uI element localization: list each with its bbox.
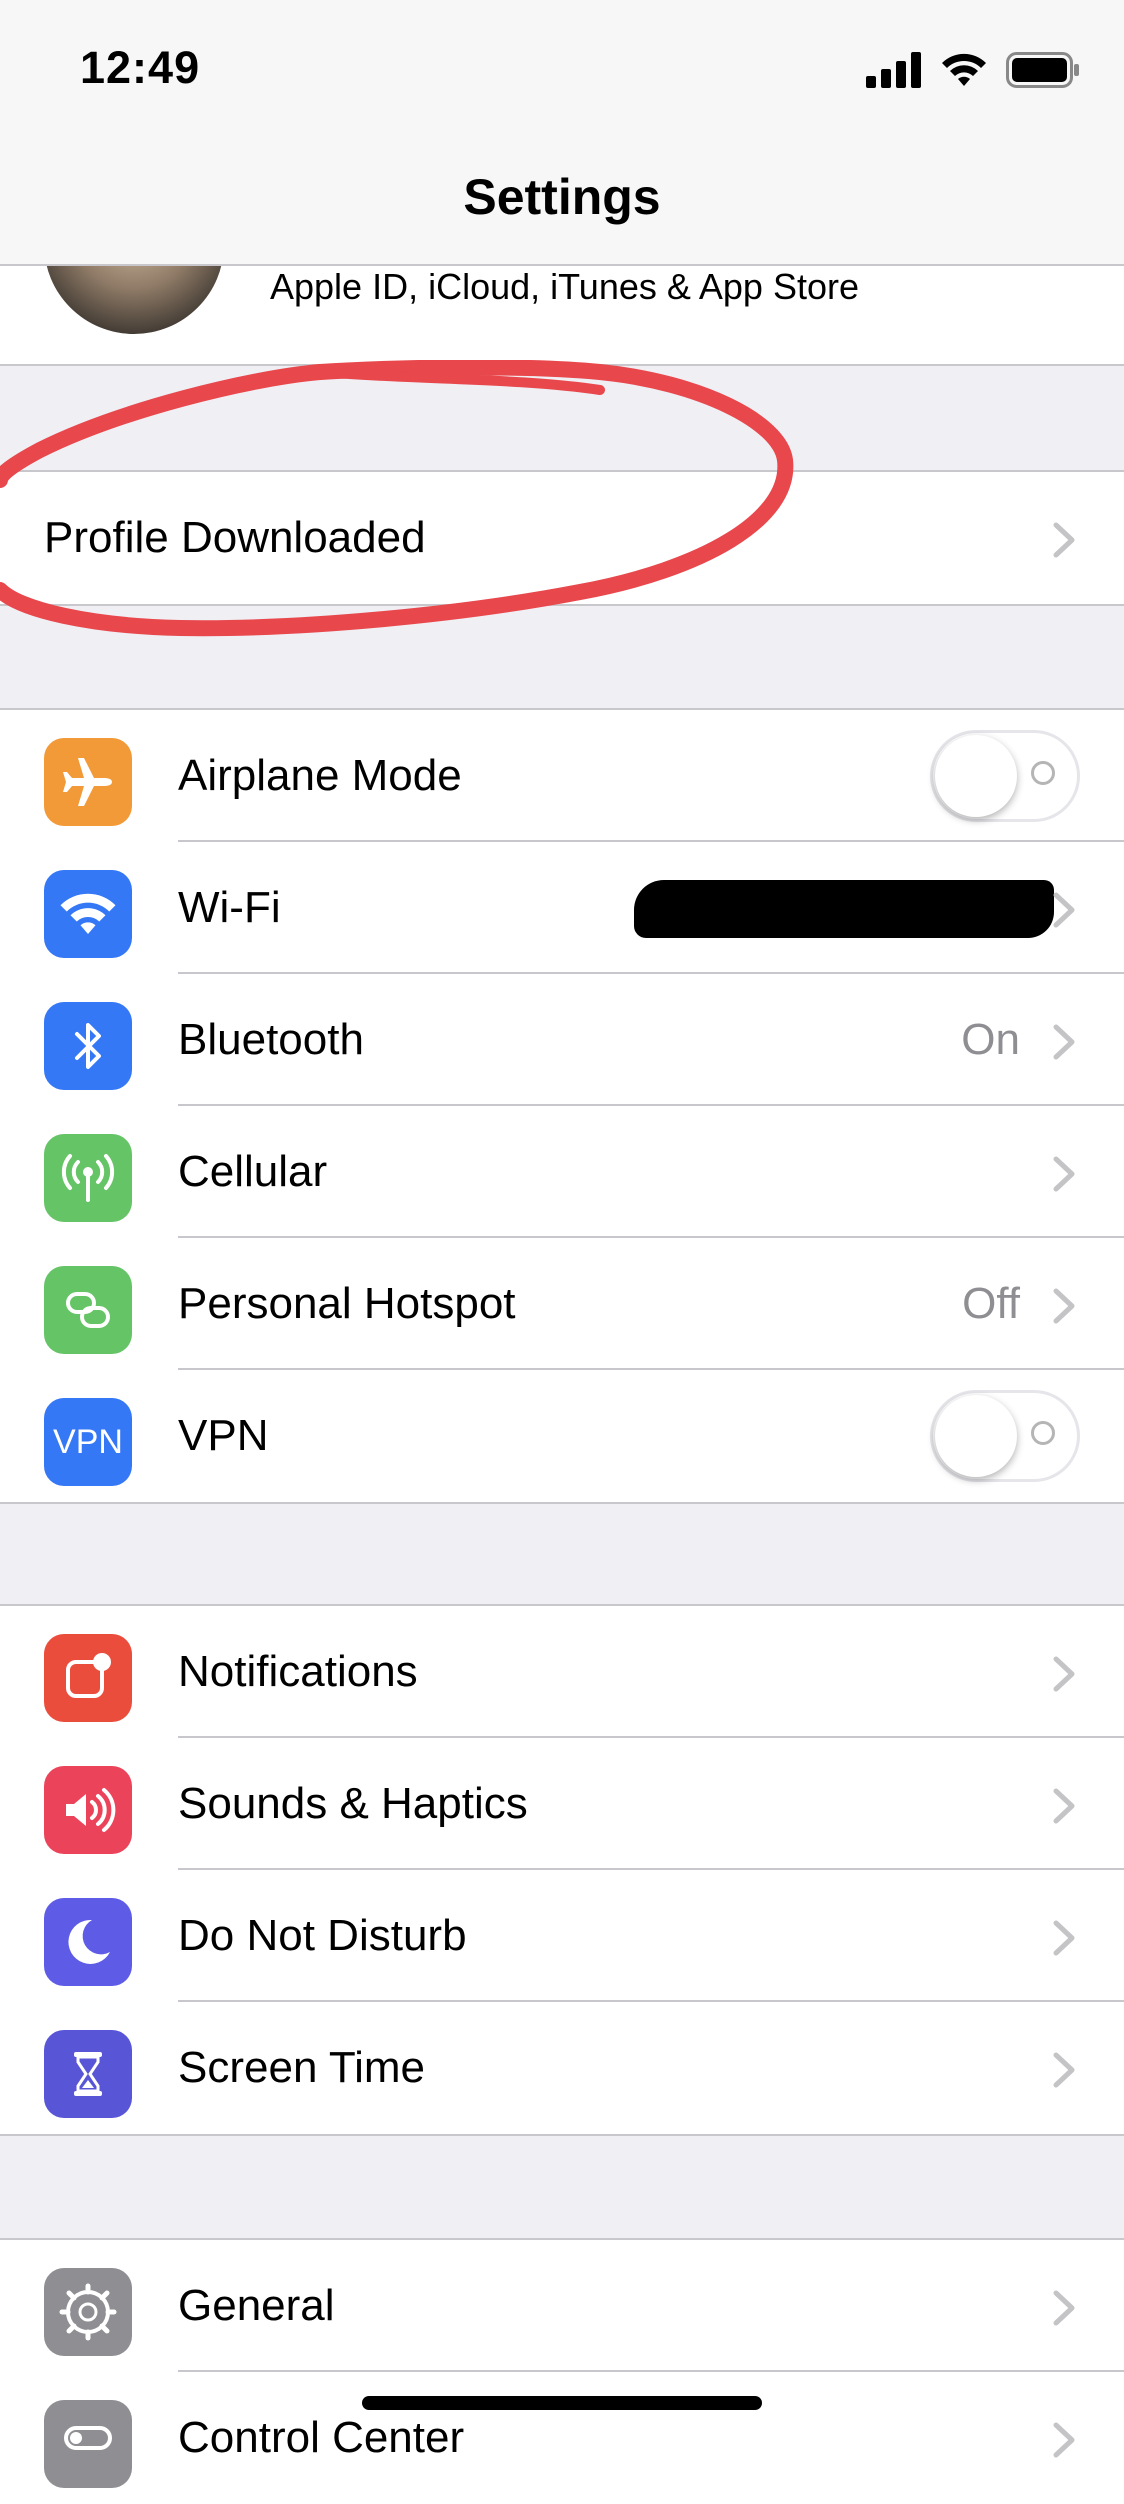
profile-downloaded-row[interactable]: Profile Downloaded: [0, 472, 1124, 604]
chevron-right-icon: [1053, 2290, 1075, 2326]
notifications-label: Notifications: [178, 1647, 418, 1696]
vpn-toggle[interactable]: [930, 1390, 1080, 1482]
chevron-right-icon: [1053, 1920, 1075, 1956]
do-not-disturb-row[interactable]: Do Not Disturb: [0, 1870, 1124, 2002]
avatar: [44, 264, 224, 334]
bluetooth-label: Bluetooth: [178, 1015, 364, 1064]
cellular-icon: [44, 1134, 132, 1222]
control-center-icon: [44, 2400, 132, 2488]
chevron-right-icon: [1053, 892, 1075, 928]
wifi-label: Wi-Fi: [178, 883, 281, 932]
chevron-right-icon: [1053, 1288, 1075, 1324]
chevron-right-icon: [1053, 1156, 1075, 1192]
home-indicator[interactable]: [362, 2396, 762, 2410]
bluetooth-value: On: [961, 1015, 1020, 1064]
chevron-right-icon: [1053, 1656, 1075, 1692]
notifications-icon: [44, 1634, 132, 1722]
status-bar: 12:49: [0, 0, 1124, 140]
airplane-mode-label: Airplane Mode: [178, 751, 462, 800]
battery-icon: [1006, 52, 1079, 88]
status-icons: [866, 50, 1080, 90]
hourglass-icon: [44, 2030, 132, 2118]
profile-group: Profile Downloaded: [0, 470, 1124, 606]
sounds-haptics-label: Sounds & Haptics: [178, 1779, 528, 1828]
do-not-disturb-label: Do Not Disturb: [178, 1911, 467, 1960]
cellular-row[interactable]: Cellular: [0, 1106, 1124, 1238]
system-group: General Control Center: [0, 2238, 1124, 2504]
vpn-icon: VPN: [44, 1398, 132, 1486]
chevron-right-icon: [1053, 1788, 1075, 1824]
sounds-icon: [44, 1766, 132, 1854]
profile-downloaded-label: Profile Downloaded: [44, 513, 426, 562]
wifi-status-icon: [942, 53, 986, 86]
cellular-label: Cellular: [178, 1147, 328, 1196]
hotspot-icon: [44, 1266, 132, 1354]
page-title: Settings: [463, 169, 661, 225]
redaction-mark: [634, 880, 1054, 938]
airplane-mode-toggle[interactable]: [930, 730, 1080, 822]
bluetooth-icon: [44, 1002, 132, 1090]
personal-hotspot-row[interactable]: Personal Hotspot Off: [0, 1238, 1124, 1370]
apple-id-row[interactable]: Apple ID, iCloud, iTunes & App Store: [0, 264, 1124, 366]
personal-hotspot-label: Personal Hotspot: [178, 1279, 516, 1328]
general-row[interactable]: General: [0, 2240, 1124, 2372]
screen-time-label: Screen Time: [178, 2043, 425, 2092]
notifications-row[interactable]: Notifications: [0, 1606, 1124, 1738]
sounds-haptics-row[interactable]: Sounds & Haptics: [0, 1738, 1124, 1870]
apple-id-subtitle: Apple ID, iCloud, iTunes & App Store: [270, 266, 859, 307]
moon-icon: [44, 1898, 132, 1986]
screen-time-row[interactable]: Screen Time: [0, 2002, 1124, 2134]
vpn-icon-text: VPN: [53, 1422, 123, 1461]
bluetooth-row[interactable]: Bluetooth On: [0, 974, 1124, 1106]
vpn-row[interactable]: VPN VPN: [0, 1370, 1124, 1502]
general-label: General: [178, 2281, 335, 2330]
chevron-right-icon: [1053, 522, 1075, 558]
wifi-row[interactable]: Wi-Fi: [0, 842, 1124, 974]
personal-hotspot-value: Off: [962, 1279, 1020, 1328]
chevron-right-icon: [1053, 2052, 1075, 2088]
vpn-label: VPN: [178, 1411, 269, 1460]
cellular-signal-icon: [866, 52, 921, 88]
status-time: 12:49: [80, 42, 201, 93]
control-center-row[interactable]: Control Center: [0, 2372, 1124, 2504]
connectivity-group: Airplane Mode Wi-Fi Bluetooth On Cellula…: [0, 708, 1124, 1504]
chevron-right-icon: [1053, 1024, 1075, 1060]
alerts-group: Notifications Sounds & Haptics Do Not Di…: [0, 1604, 1124, 2136]
chevron-right-icon: [1053, 2422, 1075, 2458]
control-center-label: Control Center: [178, 2413, 465, 2462]
wifi-icon: [44, 870, 132, 958]
airplane-icon: [44, 738, 132, 826]
gear-icon: [44, 2268, 132, 2356]
airplane-mode-row[interactable]: Airplane Mode: [0, 710, 1124, 842]
